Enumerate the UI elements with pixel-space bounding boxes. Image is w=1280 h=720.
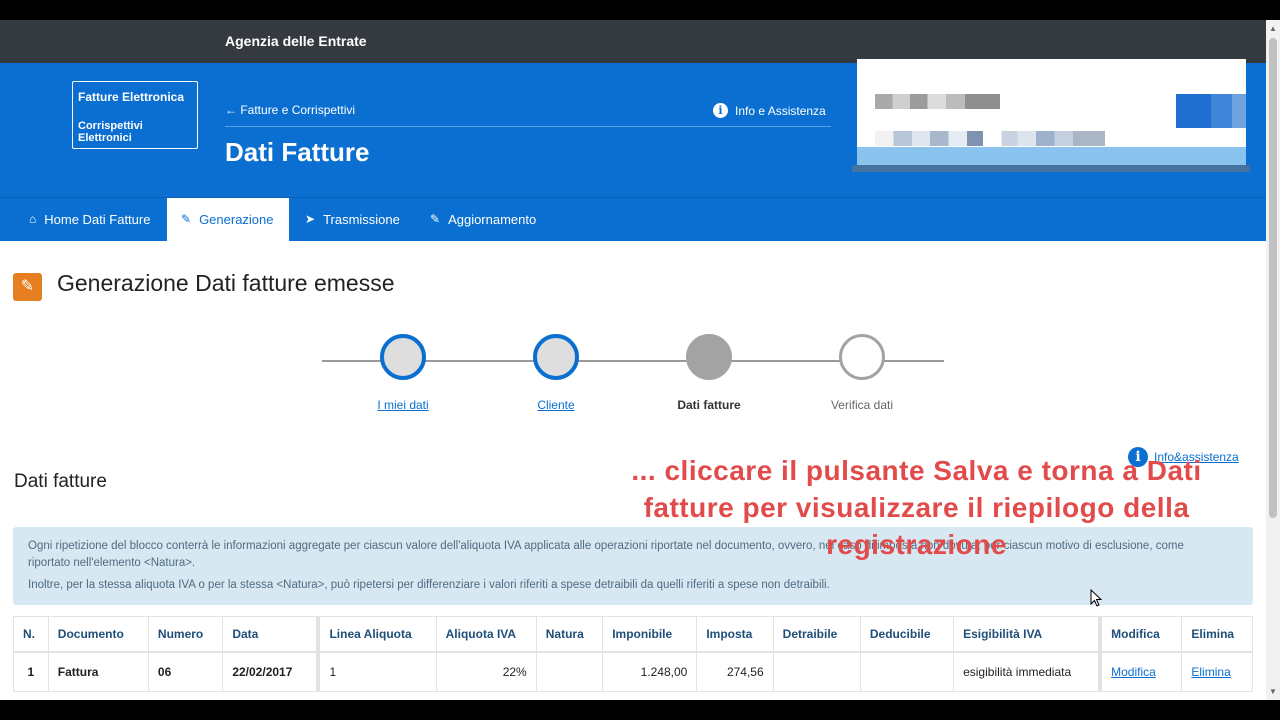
- cell-imponibile: 1.248,00: [602, 651, 698, 692]
- col-aliquota-iva: Aliquota IVA: [435, 616, 537, 653]
- tab-label: Aggiornamento: [448, 212, 537, 227]
- col-modifica: Modifica: [1098, 616, 1183, 653]
- tab-label: Home Dati Fatture: [44, 212, 151, 227]
- step-circle-dati-fatture: [686, 334, 732, 380]
- col-detraibile: Detraibile: [772, 616, 861, 653]
- browser-viewport: Agenzia delle Entrate Fatture Elettronic…: [0, 20, 1266, 700]
- send-icon: ➤: [305, 212, 316, 226]
- cell-natura: [535, 651, 604, 692]
- redacted-badge: [1176, 94, 1246, 128]
- tutorial-caption: ... cliccare il pulsante Salva e torna a…: [631, 455, 1202, 560]
- main-nav: ⌂ Home Dati Fatture ✎ Generazione ➤ Tras…: [0, 197, 1266, 241]
- modifica-link[interactable]: Modifica: [1111, 665, 1156, 679]
- home-icon: ⌂: [29, 212, 37, 226]
- arrow-left-icon: ←: [225, 103, 237, 117]
- step-circle-verifica-dati: [839, 334, 885, 380]
- col-imposta: Imposta: [696, 616, 774, 653]
- page-title: Dati Fatture: [225, 137, 370, 167]
- pencil-icon: ✎: [430, 212, 441, 226]
- cell-detraibile: [772, 651, 861, 692]
- cell-esigibilita-iva: esigibilità immediata: [953, 651, 1101, 692]
- col-data: Data: [222, 616, 319, 653]
- col-imponibile: Imponibile: [602, 616, 698, 653]
- col-natura: Natura: [535, 616, 604, 653]
- logo-text-line1: Fatture Elettronica: [78, 90, 185, 104]
- scroll-down-icon[interactable]: ▼: [1269, 687, 1277, 696]
- edit-icon: ✎: [13, 273, 42, 301]
- cell-deducibile: [859, 651, 955, 692]
- step-label-verifica-dati: Verifica dati: [830, 398, 894, 412]
- cell-numero: 06: [147, 651, 224, 692]
- info-link-label: Info e Assistenza: [735, 103, 826, 118]
- info-icon: i: [713, 103, 728, 118]
- alert-paragraph-2: Inoltre, per la stessa aliquota IVA o pe…: [28, 579, 830, 591]
- tab-label: Trasmissione: [323, 212, 400, 227]
- cell-data: 22/02/2017: [222, 651, 319, 692]
- col-numero: Numero: [147, 616, 224, 653]
- cell-documento: Fattura: [47, 651, 149, 692]
- back-link-label: Fatture e Corrispettivi: [240, 103, 356, 117]
- redacted-text: [875, 94, 1000, 109]
- agency-name[interactable]: Agenzia delle Entrate: [225, 33, 367, 49]
- step-circle-miei-dati[interactable]: [380, 334, 426, 380]
- dati-fatture-table: N. Documento Numero Data Linea Aliquota …: [13, 616, 1253, 692]
- fatture-corrispettivi-logo[interactable]: Fatture Elettronica Corrispettivi Elettr…: [72, 81, 198, 149]
- elimina-link[interactable]: Elimina: [1191, 665, 1230, 679]
- content-title: Generazione Dati fatture emesse: [57, 270, 395, 296]
- step-label-cliente[interactable]: Cliente: [486, 398, 626, 412]
- cell-imposta: 274,56: [696, 651, 774, 692]
- col-elimina: Elimina: [1181, 616, 1253, 653]
- pencil-icon: ✎: [181, 212, 192, 226]
- col-documento: Documento: [47, 616, 149, 653]
- col-linea-aliquota: Linea Aliquota: [316, 616, 437, 653]
- cell-modifica: Modifica: [1098, 651, 1183, 692]
- back-link[interactable]: ← Fatture e Corrispettivi: [225, 103, 355, 117]
- scroll-up-icon[interactable]: ▲: [1269, 24, 1277, 33]
- tab-aggiornamento[interactable]: ✎ Aggiornamento: [416, 198, 550, 241]
- agency-topbar: Agenzia delle Entrate: [0, 20, 1266, 63]
- tab-trasmissione[interactable]: ➤ Trasmissione: [291, 198, 414, 241]
- col-n: N.: [13, 616, 49, 653]
- redacted-subtext: [875, 131, 1105, 146]
- header-divider: [225, 126, 831, 127]
- table-header-row: N. Documento Numero Data Linea Aliquota …: [13, 616, 1253, 653]
- step-label-miei-dati[interactable]: I miei dati: [333, 398, 473, 412]
- vertical-scrollbar[interactable]: ▲ ▼: [1266, 20, 1280, 700]
- section-title: Dati fatture: [14, 471, 107, 492]
- cell-n: 1: [13, 651, 49, 692]
- scrollbar-thumb[interactable]: [1269, 38, 1277, 518]
- col-esigibilita-iva: Esigibilità IVA: [953, 616, 1101, 653]
- tab-label: Generazione: [199, 212, 274, 227]
- mouse-cursor-icon: [1090, 589, 1103, 607]
- user-info-shadow: [852, 165, 1250, 172]
- cell-aliquota-iva: 22%: [435, 651, 537, 692]
- user-info-footer: [857, 147, 1246, 165]
- step-label-dati-fatture: Dati fatture: [677, 398, 741, 412]
- step-circle-cliente[interactable]: [533, 334, 579, 380]
- cell-elimina: Elimina: [1181, 651, 1253, 692]
- info-assistenza-link[interactable]: i Info e Assistenza: [713, 103, 826, 118]
- cell-linea-aliquota: 1: [316, 651, 437, 692]
- tab-generazione[interactable]: ✎ Generazione: [167, 198, 289, 241]
- table-row: 1 Fattura 06 22/02/2017 1 22% 1.248,00 2…: [13, 651, 1253, 692]
- col-deducibile: Deducibile: [859, 616, 955, 653]
- tab-home-dati-fatture[interactable]: ⌂ Home Dati Fatture: [15, 198, 164, 241]
- logo-text-line2: Corrispettivi Elettronici: [78, 120, 143, 144]
